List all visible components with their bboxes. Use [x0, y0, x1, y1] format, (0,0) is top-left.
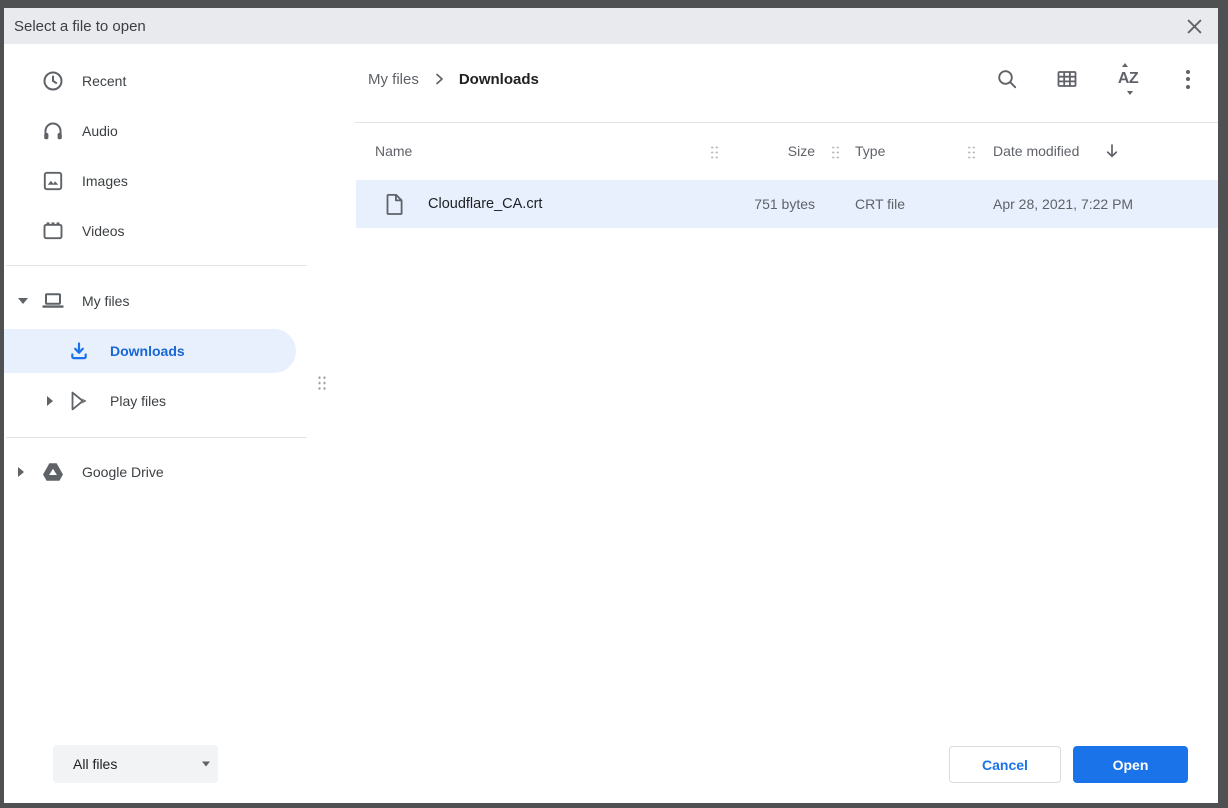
header-divider [355, 122, 1218, 123]
sort-descending-arrow-icon[interactable] [1104, 143, 1120, 159]
play-files-icon [67, 389, 91, 413]
sidebar-label: My files [82, 293, 129, 309]
grid-view-button[interactable] [1047, 59, 1087, 99]
sidebar-divider [6, 437, 307, 438]
document-file-icon [384, 192, 404, 216]
sidebar-item-google-drive[interactable]: Google Drive [4, 450, 304, 494]
kebab-menu-icon [1186, 70, 1190, 89]
column-header-name[interactable]: Name [375, 143, 412, 159]
dialog-title: Select a file to open [14, 18, 146, 35]
sort-az-icon: AZ [1118, 71, 1138, 87]
file-type-filter-select[interactable]: All files [53, 745, 218, 783]
sidebar-label: Recent [82, 73, 126, 89]
file-picker-dialog: Select a file to open Recent Audio Image… [4, 8, 1218, 803]
column-header-size[interactable]: Size [755, 143, 815, 159]
expand-arrow-icon[interactable] [18, 467, 24, 477]
sidebar-label: Play files [110, 393, 166, 409]
clock-icon [41, 69, 65, 93]
file-name: Cloudflare_CA.crt [428, 196, 542, 212]
column-resize-handle-icon[interactable] [710, 145, 719, 160]
grid-view-icon [1056, 68, 1078, 90]
expand-arrow-icon[interactable] [18, 298, 28, 304]
image-icon [41, 169, 65, 193]
file-row-cloudflare-ca[interactable]: Cloudflare_CA.crt 751 bytes CRT file Apr… [356, 180, 1218, 228]
file-type: CRT file [855, 196, 905, 212]
video-icon [41, 219, 65, 243]
breadcrumb-my-files[interactable]: My files [368, 71, 419, 88]
sidebar-item-audio[interactable]: Audio [4, 109, 304, 153]
sidebar-item-play-files[interactable]: Play files [4, 379, 304, 423]
sidebar-item-downloads[interactable]: Downloads [4, 329, 296, 373]
file-size: 751 bytes [711, 196, 815, 212]
sidebar-label: Downloads [110, 343, 185, 359]
close-icon [1187, 19, 1202, 34]
sort-options-button[interactable]: AZ [1108, 59, 1148, 99]
cancel-button[interactable]: Cancel [949, 746, 1061, 783]
sidebar-item-recent[interactable]: Recent [4, 59, 304, 103]
column-resize-handle-icon[interactable] [831, 145, 840, 160]
sidebar-resize-handle[interactable] [317, 375, 327, 391]
download-icon [67, 339, 91, 363]
sidebar-divider [6, 265, 307, 266]
expand-arrow-icon[interactable] [47, 396, 53, 406]
chevron-right-icon [433, 73, 445, 85]
column-header-type[interactable]: Type [855, 143, 885, 159]
breadcrumb-downloads: Downloads [459, 71, 539, 88]
sidebar-item-videos[interactable]: Videos [4, 209, 304, 253]
sidebar-item-images[interactable]: Images [4, 159, 304, 203]
google-drive-icon [41, 460, 65, 484]
search-button[interactable] [987, 59, 1027, 99]
file-type-filter-value: All files [73, 756, 117, 772]
search-icon [996, 68, 1018, 90]
file-date-modified: Apr 28, 2021, 7:22 PM [993, 196, 1133, 212]
sidebar-label: Images [82, 173, 128, 189]
column-header-date-modified[interactable]: Date modified [993, 143, 1079, 159]
column-resize-handle-icon[interactable] [967, 145, 976, 160]
close-button[interactable] [1180, 12, 1208, 40]
sidebar-label: Videos [82, 223, 125, 239]
headphones-icon [41, 119, 65, 143]
breadcrumb: My files Downloads [368, 65, 539, 93]
laptop-icon [41, 289, 65, 313]
sidebar-label: Audio [82, 123, 118, 139]
sidebar-item-my-files[interactable]: My files [4, 279, 304, 323]
open-button[interactable]: Open [1073, 746, 1188, 783]
more-options-button[interactable] [1168, 59, 1208, 99]
dialog-titlebar: Select a file to open [4, 8, 1218, 44]
sidebar-label: Google Drive [82, 464, 164, 480]
caret-down-icon [202, 762, 210, 767]
